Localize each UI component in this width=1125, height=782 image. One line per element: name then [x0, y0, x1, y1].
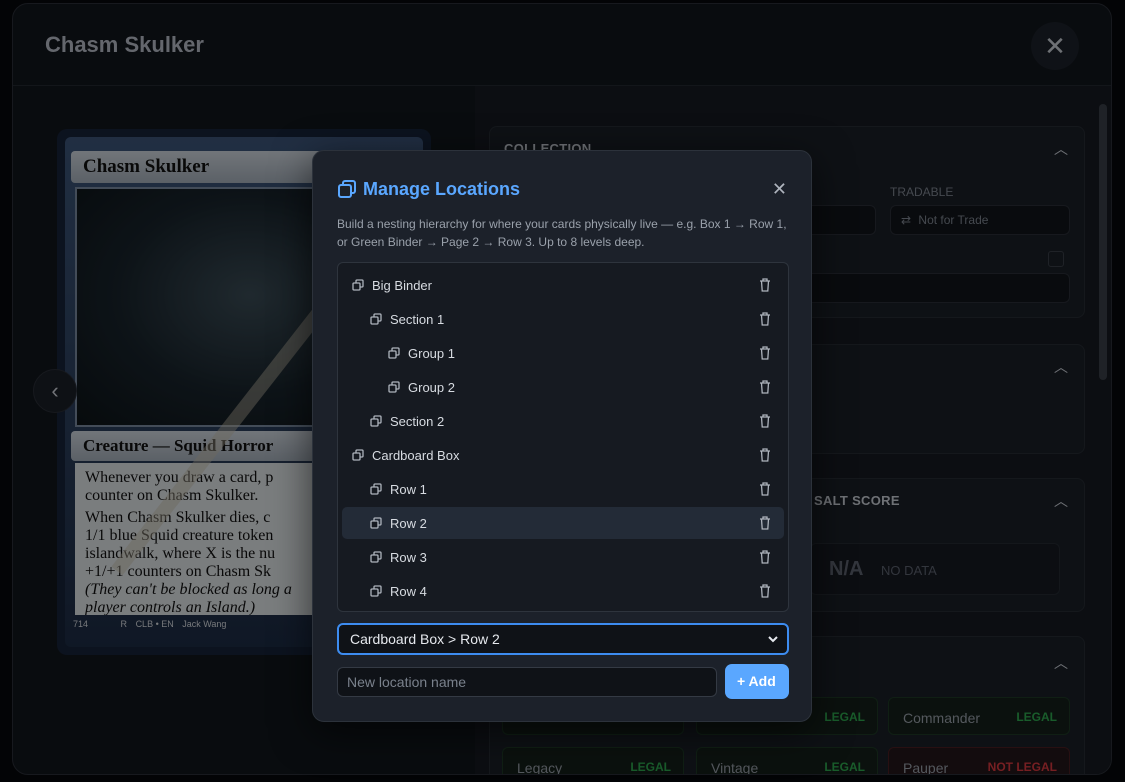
nested-squares-icon	[388, 381, 400, 393]
chevron-down-icon	[768, 636, 778, 643]
nested-squares-icon	[370, 585, 382, 597]
location-label: Cardboard Box	[372, 448, 460, 463]
nested-squares-icon	[370, 415, 382, 427]
trash-icon[interactable]	[758, 481, 772, 497]
app-root: Chasm Skulker ✕ Chasm Skulker Creature —…	[0, 0, 1125, 782]
modal-close-button[interactable]: ✕	[772, 179, 787, 200]
location-row[interactable]: Row 1	[342, 473, 784, 505]
trash-icon[interactable]	[758, 583, 772, 599]
trash-icon[interactable]	[758, 447, 772, 463]
trash-icon[interactable]	[758, 379, 772, 395]
location-path-select[interactable]: Cardboard Box > Row 2	[337, 623, 789, 655]
modal-description: Build a nesting hierarchy for where your…	[337, 217, 787, 249]
trash-icon[interactable]	[758, 311, 772, 327]
location-row[interactable]: Cardboard Box	[342, 439, 784, 471]
location-label: Row 1	[390, 482, 427, 497]
location-row[interactable]: Big Binder	[342, 269, 784, 301]
nested-squares-icon	[388, 347, 400, 359]
location-label: Section 2	[390, 414, 445, 429]
nested-squares-icon	[352, 279, 364, 291]
nested-squares-icon	[338, 180, 356, 198]
new-location-placeholder: New location name	[347, 674, 467, 690]
location-row[interactable]: Row 2	[342, 507, 784, 539]
modal-title: Manage Locations	[363, 179, 521, 199]
location-label: Row 4	[390, 584, 427, 599]
nested-squares-icon	[370, 517, 382, 529]
trash-icon[interactable]	[758, 413, 772, 429]
location-row[interactable]: Group 2	[342, 371, 784, 403]
nested-squares-icon	[370, 313, 382, 325]
close-icon: ✕	[771, 179, 787, 199]
location-label: Big Binder	[372, 278, 432, 293]
trash-icon[interactable]	[758, 515, 772, 531]
nested-squares-icon	[370, 551, 382, 563]
location-label: Row 2	[390, 516, 427, 531]
trash-icon[interactable]	[758, 345, 772, 361]
location-label: Group 1	[408, 346, 455, 361]
new-location-input[interactable]: New location name	[337, 667, 717, 697]
location-tree: Big Binder Section 1 Group 1 Group 2 Section…	[337, 262, 789, 612]
trash-icon[interactable]	[758, 549, 772, 565]
add-location-button[interactable]: + Add	[725, 664, 789, 699]
location-label: Group 2	[408, 380, 455, 395]
nested-squares-icon	[352, 449, 364, 461]
selected-path: Cardboard Box > Row 2	[350, 631, 500, 647]
location-label: Section 1	[390, 312, 445, 327]
location-row[interactable]: Group 1	[342, 337, 784, 369]
location-row[interactable]: Row 3	[342, 541, 784, 573]
location-label: Row 3	[390, 550, 427, 565]
location-row[interactable]: Section 1	[342, 303, 784, 335]
manage-locations-modal: Manage Locations ✕ Build a nesting hiera…	[312, 150, 812, 722]
trash-icon[interactable]	[758, 277, 772, 293]
location-row[interactable]: Row 4	[342, 575, 784, 607]
location-row[interactable]: Section 2	[342, 405, 784, 437]
nested-squares-icon	[370, 483, 382, 495]
